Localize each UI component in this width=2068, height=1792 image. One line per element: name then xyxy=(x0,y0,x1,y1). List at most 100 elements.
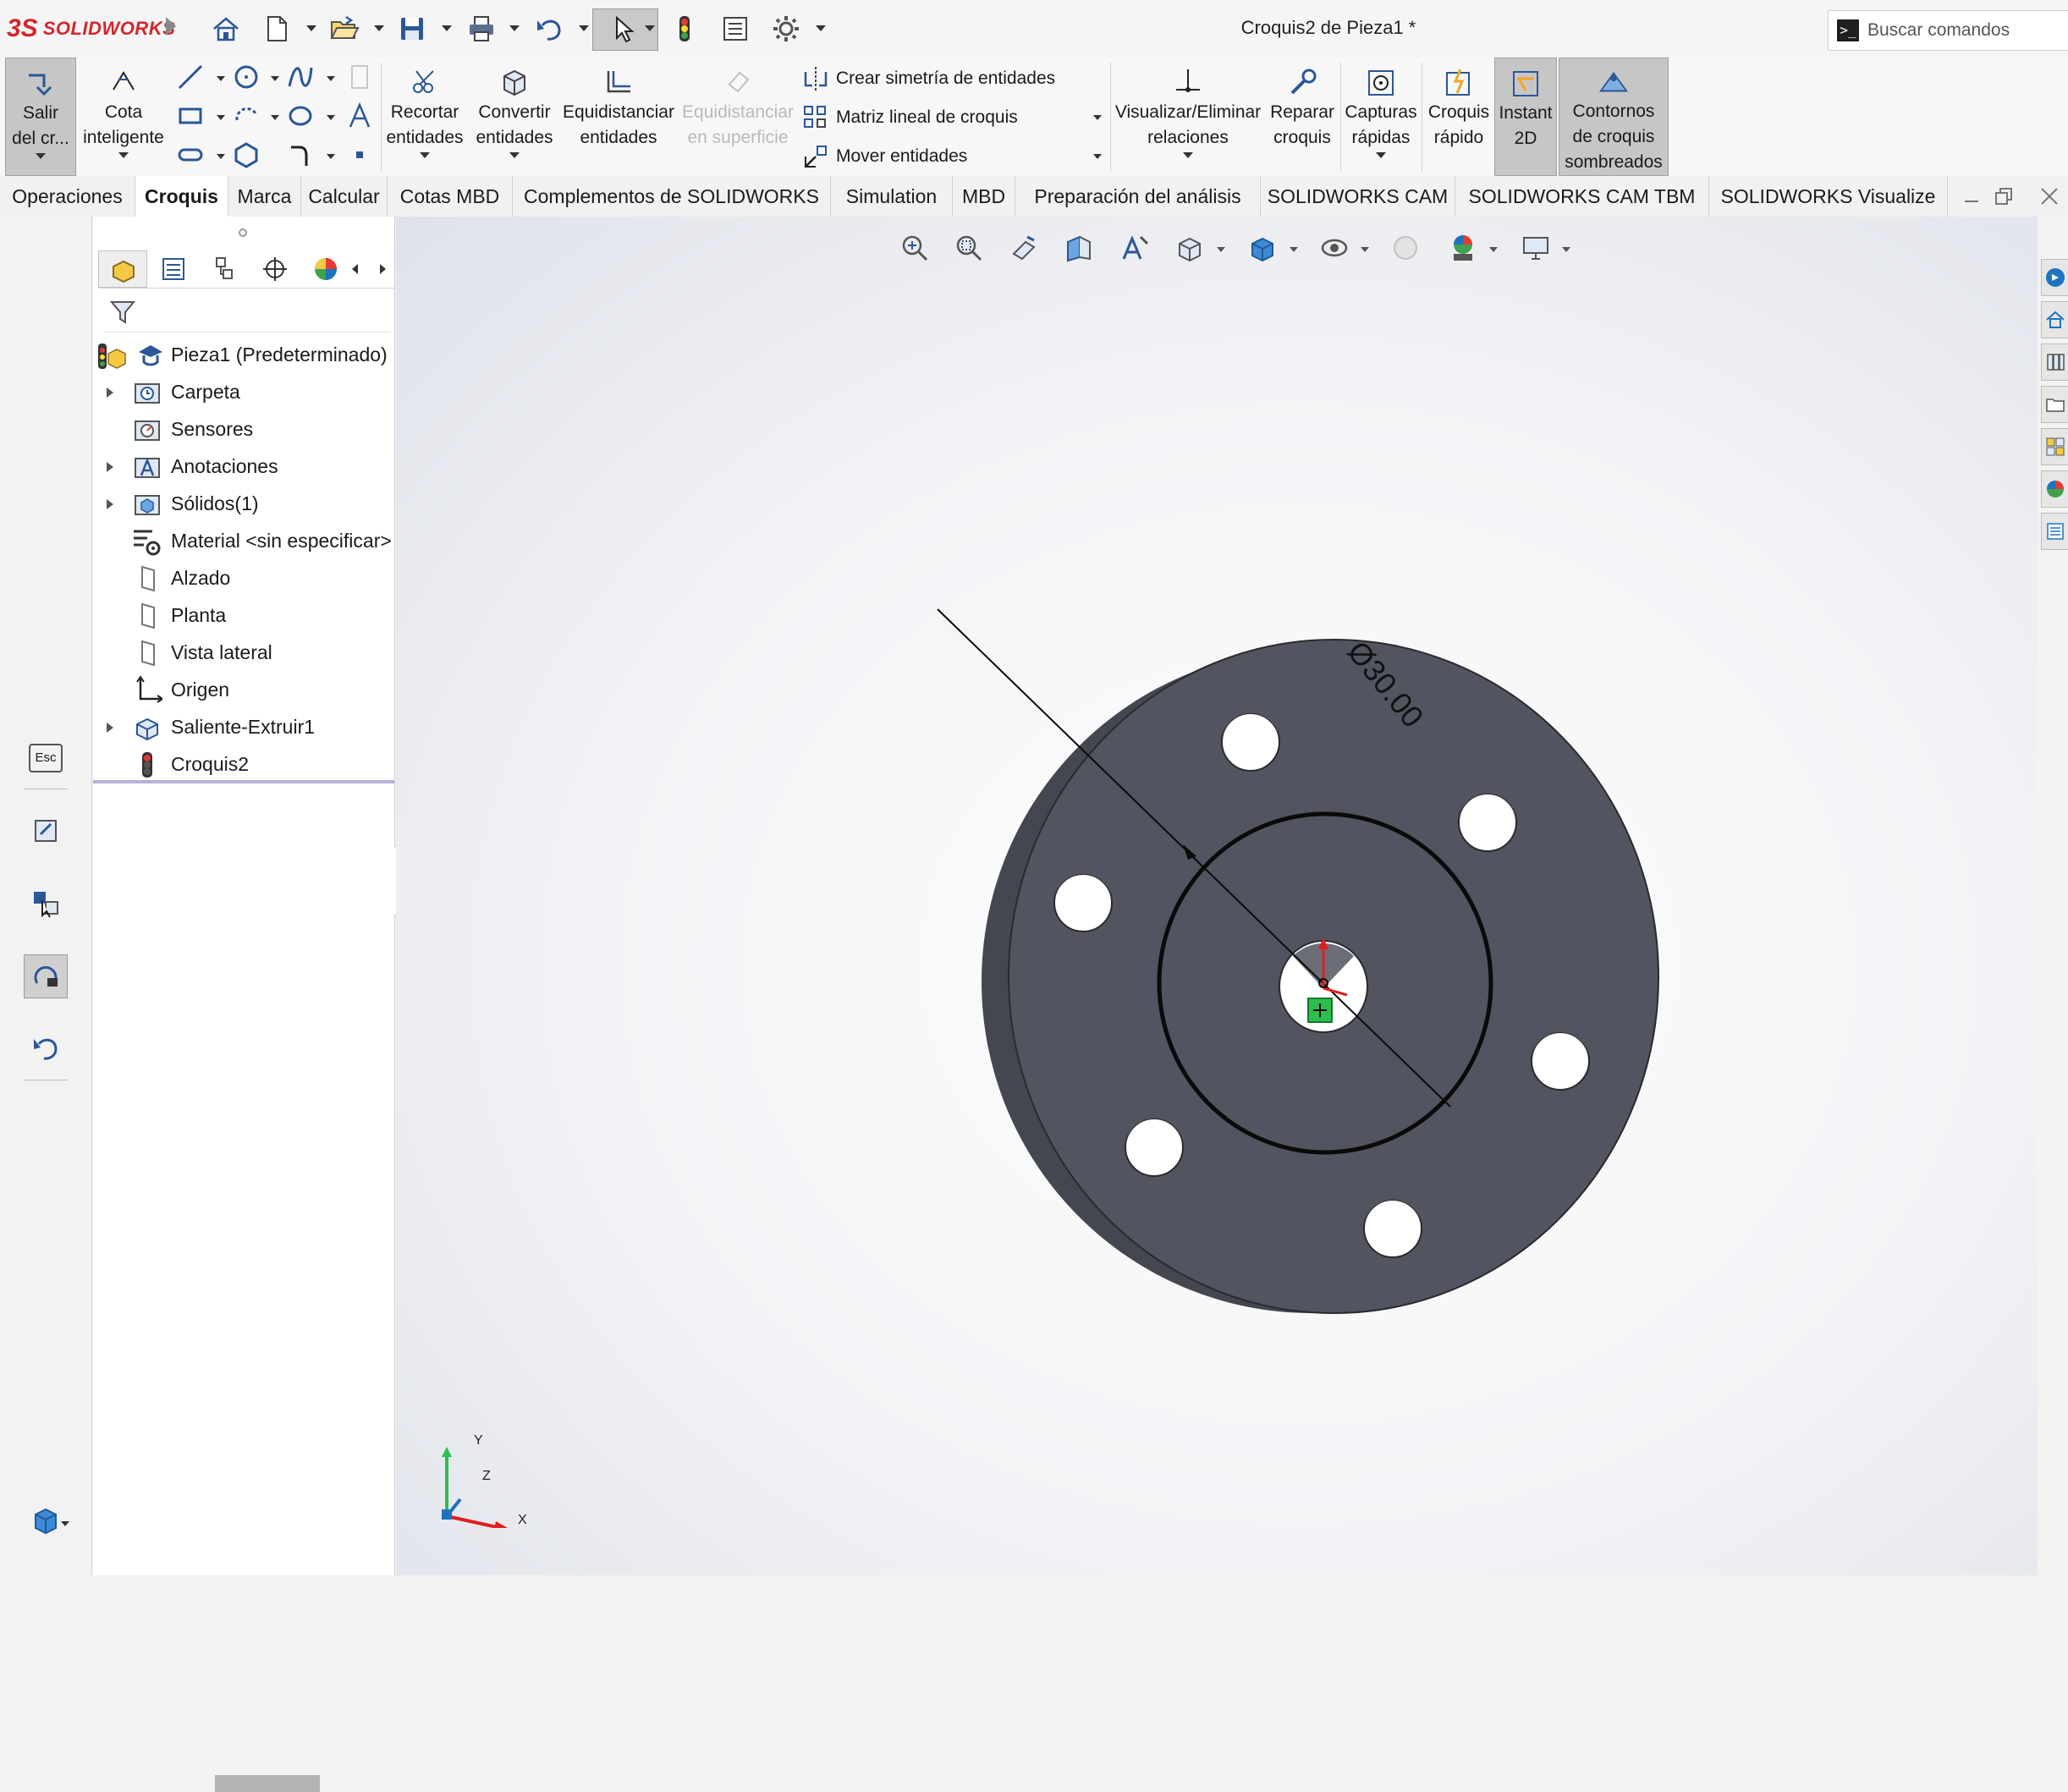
tree-item[interactable]: Croquis2 xyxy=(93,746,394,783)
bolt-hole[interactable] xyxy=(1458,793,1517,852)
view-dropdown-icon[interactable] xyxy=(61,1521,69,1526)
select-dropdown-icon[interactable] xyxy=(645,25,655,31)
tab-mbd[interactable]: MBD xyxy=(953,176,1015,217)
new-document-icon[interactable] xyxy=(257,8,296,49)
display-manager-tab-icon[interactable] xyxy=(301,250,350,288)
home-task-pane-icon[interactable] xyxy=(2041,301,2068,338)
horizontal-scrollbar[interactable] xyxy=(215,1775,320,1792)
options-dropdown-icon[interactable] xyxy=(816,25,826,31)
scroll-right-icon[interactable] xyxy=(380,264,386,274)
undo-icon[interactable] xyxy=(530,8,569,49)
solidworks-logo[interactable]: 3S SOLIDWORKS xyxy=(7,12,175,46)
tree-item[interactable]: Sólidos(1) xyxy=(93,486,394,523)
exit-sketch-button[interactable]: Salir del cr... xyxy=(5,58,76,176)
bolt-hole[interactable] xyxy=(1125,1118,1184,1177)
bolt-hole[interactable] xyxy=(1363,1199,1422,1258)
instant-2d-button[interactable]: Instant 2D xyxy=(1494,58,1557,176)
dropdown-arrow-icon[interactable] xyxy=(420,152,430,158)
configurationmanager-tab-icon[interactable] xyxy=(200,250,249,288)
panel-grip-icon[interactable] xyxy=(239,228,247,237)
offset-on-surface-button[interactable]: Equidistanciar en superficie xyxy=(679,58,797,176)
fillet-dropdown-icon[interactable] xyxy=(327,154,335,159)
polygon-icon[interactable] xyxy=(232,140,261,169)
file-explorer-icon[interactable] xyxy=(2041,386,2068,423)
expand-arrow-icon[interactable] xyxy=(107,723,113,733)
dropdown-arrow-icon[interactable] xyxy=(509,152,520,158)
tree-item[interactable]: Planta xyxy=(93,597,394,635)
circle-icon[interactable] xyxy=(232,63,261,91)
restore-icon[interactable] xyxy=(1994,186,2014,206)
point-icon[interactable] xyxy=(345,140,374,169)
bolt-hole[interactable] xyxy=(1531,1031,1590,1091)
undo-shortcut-icon[interactable] xyxy=(24,1027,68,1071)
expand-arrow-icon[interactable] xyxy=(107,499,113,509)
save-dropdown-icon[interactable] xyxy=(442,25,452,31)
tree-item[interactable]: Carpeta xyxy=(93,374,394,411)
edit-sketch-shortcut-icon[interactable] xyxy=(24,809,68,853)
print-dropdown-icon[interactable] xyxy=(509,25,520,31)
propertymanager-tab-icon[interactable] xyxy=(149,250,198,288)
rectangle-icon[interactable] xyxy=(176,102,205,130)
view-palette-icon[interactable] xyxy=(2041,428,2068,465)
tree-item[interactable]: Material <sin especificar> xyxy=(93,523,394,560)
expand-arrow-icon[interactable] xyxy=(107,462,113,472)
tab-complementos[interactable]: Complementos de SOLIDWORKS xyxy=(513,176,831,217)
solidworks-resources-icon[interactable] xyxy=(2041,259,2068,296)
fillet-icon[interactable] xyxy=(286,140,315,169)
tab-marca[interactable]: Marca xyxy=(228,176,301,217)
rotate-lock-shortcut-icon[interactable] xyxy=(24,954,68,998)
tab-solidworks-cam[interactable]: SOLIDWORKS CAM xyxy=(1261,176,1455,217)
print-icon[interactable] xyxy=(462,8,501,49)
new-dropdown-icon[interactable] xyxy=(306,25,316,31)
select-component-shortcut-icon[interactable] xyxy=(24,882,68,926)
open-dropdown-icon[interactable] xyxy=(374,25,384,31)
tab-calcular[interactable]: Calcular xyxy=(301,176,388,217)
minimize-icon[interactable] xyxy=(1963,188,1980,205)
text-icon[interactable] xyxy=(345,102,374,130)
design-library-icon[interactable] xyxy=(2041,344,2068,381)
tree-item[interactable]: Alzado xyxy=(93,560,394,597)
menu-expand-arrow-icon[interactable] xyxy=(166,17,176,36)
tree-item[interactable]: Vista lateral xyxy=(93,635,394,672)
appearances-scenes-icon[interactable] xyxy=(2041,470,2068,508)
undo-dropdown-icon[interactable] xyxy=(579,25,589,31)
tree-item[interactable]: Origen xyxy=(93,672,394,709)
spline-dropdown-icon[interactable] xyxy=(327,76,335,81)
dropdown-arrow-icon[interactable] xyxy=(36,153,46,159)
command-search[interactable]: >_ xyxy=(1828,10,2068,51)
tree-item[interactable]: Sensores xyxy=(93,411,394,448)
dropdown-arrow-icon[interactable] xyxy=(1183,152,1193,158)
custom-properties-icon[interactable] xyxy=(2041,513,2068,550)
save-icon[interactable] xyxy=(393,8,432,49)
part-model[interactable] xyxy=(396,217,2038,1575)
rectangle-dropdown-icon[interactable] xyxy=(217,115,225,120)
tab-cotas-mbd[interactable]: Cotas MBD xyxy=(388,176,513,217)
graphics-area[interactable]: Ø30.00 Y Z X xyxy=(396,217,2038,1575)
line-dropdown-icon[interactable] xyxy=(217,76,225,81)
tab-solidworks-cam-tbm[interactable]: SOLIDWORKS CAM TBM xyxy=(1455,176,1709,217)
home-icon[interactable] xyxy=(206,8,245,49)
quick-snaps-button[interactable]: Capturas rápidas xyxy=(1342,58,1420,176)
slot-arc-icon[interactable] xyxy=(232,102,261,130)
display-delete-relations-button[interactable]: Visualizar/Eliminar relaciones xyxy=(1114,58,1262,176)
manager-tabs-scroll[interactable] xyxy=(352,256,386,283)
rollback-bar[interactable] xyxy=(93,780,394,783)
convert-entities-button[interactable]: Convertir entidades xyxy=(470,58,558,176)
offset-entities-button[interactable]: Equidistanciar entidades xyxy=(560,58,677,176)
escape-button[interactable]: Esc xyxy=(24,736,68,780)
trim-entities-button[interactable]: Recortar entidades xyxy=(382,58,467,176)
move-dropdown-icon[interactable] xyxy=(1093,154,1102,159)
scroll-left-icon[interactable] xyxy=(352,264,358,274)
featuremanager-tab-icon[interactable] xyxy=(98,250,147,288)
plane-sketch-icon[interactable] xyxy=(345,63,374,91)
bolt-hole[interactable] xyxy=(1221,712,1280,772)
tab-operaciones[interactable]: Operaciones xyxy=(0,176,135,217)
straight-slot-icon[interactable] xyxy=(176,140,205,169)
close-icon[interactable] xyxy=(2039,186,2060,206)
tree-item[interactable]: Saliente-Extruir1 xyxy=(93,709,394,746)
rapid-sketch-button[interactable]: Croquis rápido xyxy=(1423,58,1494,176)
tab-solidworks-visualize[interactable]: SOLIDWORKS Visualize xyxy=(1709,176,1948,217)
arc-dropdown-icon[interactable] xyxy=(271,115,279,120)
tree-filter-bar[interactable] xyxy=(103,293,391,333)
mirror-entities-button[interactable]: Crear simetría de entidades xyxy=(802,63,1055,95)
